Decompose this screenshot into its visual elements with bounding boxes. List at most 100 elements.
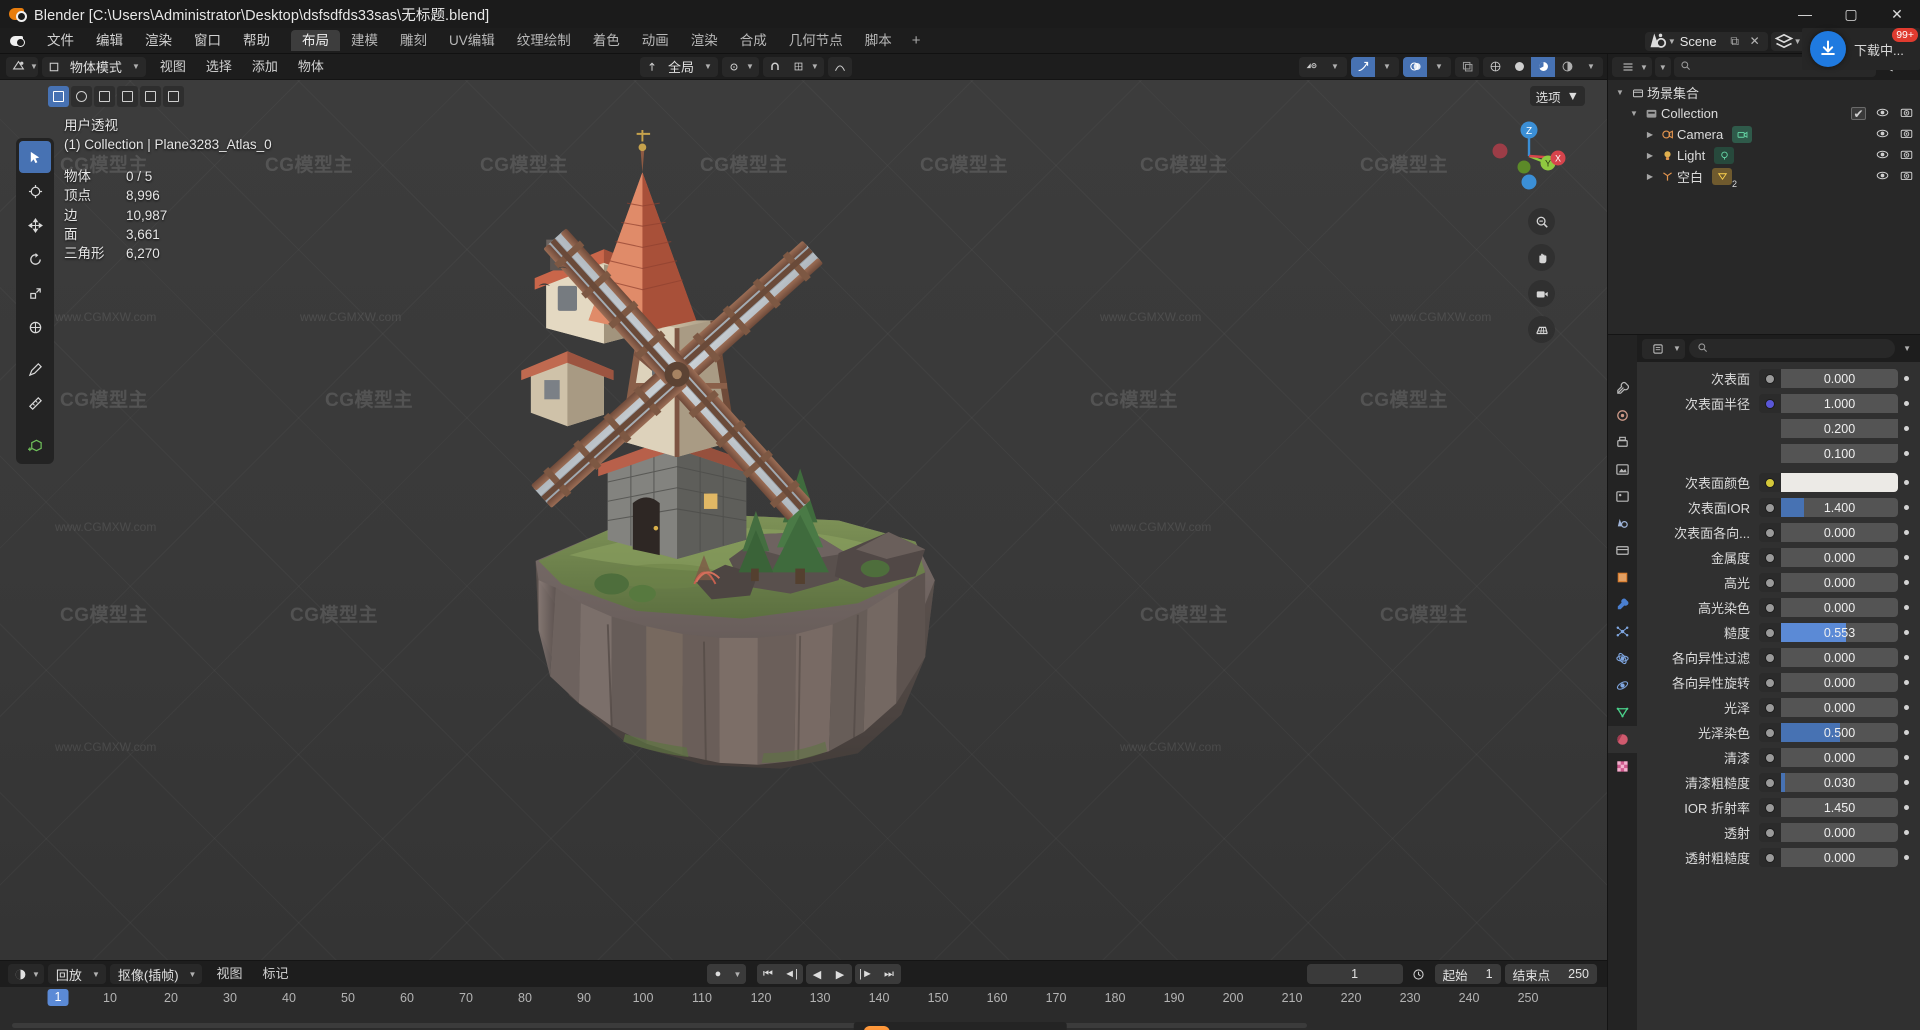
menu-file[interactable]: 文件: [36, 28, 85, 54]
jump-end-button[interactable]: ⏭: [877, 964, 901, 984]
clock-icon[interactable]: [1407, 964, 1431, 984]
animate-property-dot[interactable]: [1898, 376, 1914, 381]
keying-dropdown[interactable]: 抠像(插帧) ▼: [109, 964, 203, 984]
tool-tab[interactable]: [1608, 375, 1637, 402]
properties-search[interactable]: [1688, 339, 1896, 358]
node-socket[interactable]: [1759, 773, 1781, 792]
eye-icon[interactable]: [1875, 127, 1890, 143]
animate-property-dot[interactable]: [1898, 730, 1914, 735]
tweak-select-icon[interactable]: [19, 141, 51, 173]
outliner-row-camera[interactable]: ▶ Camera: [1608, 124, 1920, 145]
properties-search-input[interactable]: [1712, 341, 1888, 356]
cursor-icon[interactable]: [19, 175, 51, 207]
outliner-scene-collection-row[interactable]: ▼ 场景集合: [1608, 82, 1920, 103]
node-socket[interactable]: [1759, 698, 1781, 717]
property-value-slider[interactable]: 0.030: [1781, 773, 1898, 792]
download-icon[interactable]: [1810, 31, 1846, 67]
scene-selector[interactable]: ▼ Scene ⧉ ✕: [1644, 31, 1768, 51]
camera-render-icon[interactable]: [1899, 127, 1914, 143]
download-notification[interactable]: 下载中... 99+: [1802, 28, 1920, 70]
new-scene-button[interactable]: ⧉: [1725, 32, 1745, 51]
eye-icon[interactable]: [1875, 169, 1890, 185]
property-row[interactable]: 次表面半径 1.000: [1637, 391, 1920, 416]
outliner-display-mode[interactable]: ▼: [1654, 57, 1671, 77]
end-controls[interactable]: |► ⏭: [854, 964, 901, 984]
proportional-edit-toggle[interactable]: [827, 56, 852, 77]
interaction-mode-selector[interactable]: 物体模式 ▼: [41, 56, 146, 77]
workspace-tab-scripting[interactable]: 脚本: [854, 30, 903, 51]
texture-tab[interactable]: [1608, 753, 1637, 780]
property-value-slider[interactable]: 0.553: [1781, 623, 1898, 642]
animate-property-dot[interactable]: [1898, 830, 1914, 835]
disclosure-triangle-icon[interactable]: ▶: [1642, 130, 1658, 139]
gizmo-selector[interactable]: ▼: [1351, 56, 1399, 77]
workspace-tab-rendering[interactable]: 渲染: [680, 30, 729, 51]
property-row[interactable]: 次表面各向... 0.000: [1637, 520, 1920, 545]
eye-icon[interactable]: [1875, 106, 1890, 122]
transform-icon[interactable]: [19, 311, 51, 343]
solid-shading-icon[interactable]: [1507, 57, 1531, 77]
chevron-down-icon[interactable]: ▼: [729, 964, 746, 984]
add-workspace-button[interactable]: +: [903, 32, 930, 49]
maximize-button[interactable]: ▢: [1828, 0, 1874, 28]
camera-render-icon[interactable]: [1899, 169, 1914, 185]
workspace-tab-shading[interactable]: 着色: [582, 30, 631, 51]
disclosure-triangle-icon[interactable]: ▼: [1612, 88, 1628, 97]
visibility-selector[interactable]: ▼: [1299, 56, 1347, 77]
node-socket[interactable]: [1759, 673, 1781, 692]
property-row[interactable]: 高光 0.000: [1637, 570, 1920, 595]
node-socket[interactable]: [1759, 548, 1781, 567]
viewport-options-dropdown[interactable]: 选项 ▼: [1529, 86, 1585, 106]
frame-end-field[interactable]: 结束点 250: [1504, 964, 1597, 984]
pivot-point-selector[interactable]: ▼: [721, 56, 759, 77]
close-button[interactable]: ✕: [1874, 0, 1920, 28]
outliner-editor-type[interactable]: ▼: [1612, 57, 1652, 77]
unlink-scene-button[interactable]: ✕: [1745, 32, 1765, 51]
animate-property-dot[interactable]: [1898, 780, 1914, 785]
node-socket[interactable]: [1759, 648, 1781, 667]
material-preview-shading-icon[interactable]: [1531, 56, 1555, 77]
prev-keyframe-button[interactable]: ◄|: [779, 964, 803, 984]
hand-icon[interactable]: [1528, 244, 1555, 271]
data-tab[interactable]: [1608, 699, 1637, 726]
property-value-slider[interactable]: 0.000: [1781, 573, 1898, 592]
properties-editor-type[interactable]: ▼: [1642, 338, 1685, 359]
workspace-tab-sculpting[interactable]: 雕刻: [389, 30, 438, 51]
light-data-icon[interactable]: [1714, 147, 1735, 164]
modifier-tab[interactable]: [1608, 591, 1637, 618]
viewport-menu-view[interactable]: 视图: [150, 54, 196, 80]
outliner-row-light[interactable]: ▶ Light: [1608, 145, 1920, 166]
node-socket[interactable]: [1759, 848, 1781, 867]
current-frame-field[interactable]: 1: [1306, 964, 1403, 984]
animate-property-dot[interactable]: [1898, 451, 1914, 456]
next-keyframe-button[interactable]: |►: [854, 964, 878, 984]
node-socket[interactable]: [1759, 598, 1781, 617]
outliner-tree[interactable]: ▼ 场景集合 ▼ Collection ✔ ▶ Camera ▶ Light ▶…: [1608, 80, 1920, 334]
current-frame-indicator[interactable]: 1: [47, 989, 69, 1006]
3d-viewport[interactable]: CG模型主 CG模型主 CG模型主 CG模型主 CG模型主 CG模型主 CG模型…: [0, 80, 1607, 960]
chevron-down-icon[interactable]: ▼: [1899, 344, 1915, 353]
frame-start-field[interactable]: 起始 1: [1434, 964, 1501, 984]
animate-property-dot[interactable]: [1898, 605, 1914, 610]
menu-render[interactable]: 渲染: [134, 28, 183, 54]
node-socket[interactable]: [1759, 498, 1781, 517]
property-value-slider[interactable]: 0.000: [1781, 548, 1898, 567]
eye-visibility-icon[interactable]: [1299, 57, 1323, 77]
animate-property-dot[interactable]: [1898, 555, 1914, 560]
timeline-ruler[interactable]: 1 10 20 30 40 50 60 70 80 90 100 110 120…: [0, 987, 1607, 1030]
auto-keying-toggle[interactable]: ● ▼: [706, 964, 746, 984]
move-icon[interactable]: [19, 209, 51, 241]
material-tab[interactable]: [1608, 726, 1637, 753]
workspace-tab-layout[interactable]: 布局: [291, 30, 340, 51]
navigation-axis-gizmo[interactable]: Z Y X: [1491, 118, 1567, 194]
menu-window[interactable]: 窗口: [183, 28, 232, 54]
render-tab[interactable]: [1608, 402, 1637, 429]
mesh-data-icon[interactable]: 2: [1712, 168, 1737, 189]
outliner-row-collection[interactable]: ▼ Collection ✔: [1608, 103, 1920, 124]
property-row[interactable]: 透射粗糙度 0.000: [1637, 845, 1920, 870]
physics-tab[interactable]: [1608, 645, 1637, 672]
select-subtract-gizmo[interactable]: [163, 86, 184, 107]
viewport-menu-add[interactable]: 添加: [242, 54, 288, 80]
xray-toggle[interactable]: [1455, 56, 1479, 77]
workspace-tab-geometry-nodes[interactable]: 几何节点: [778, 30, 854, 51]
